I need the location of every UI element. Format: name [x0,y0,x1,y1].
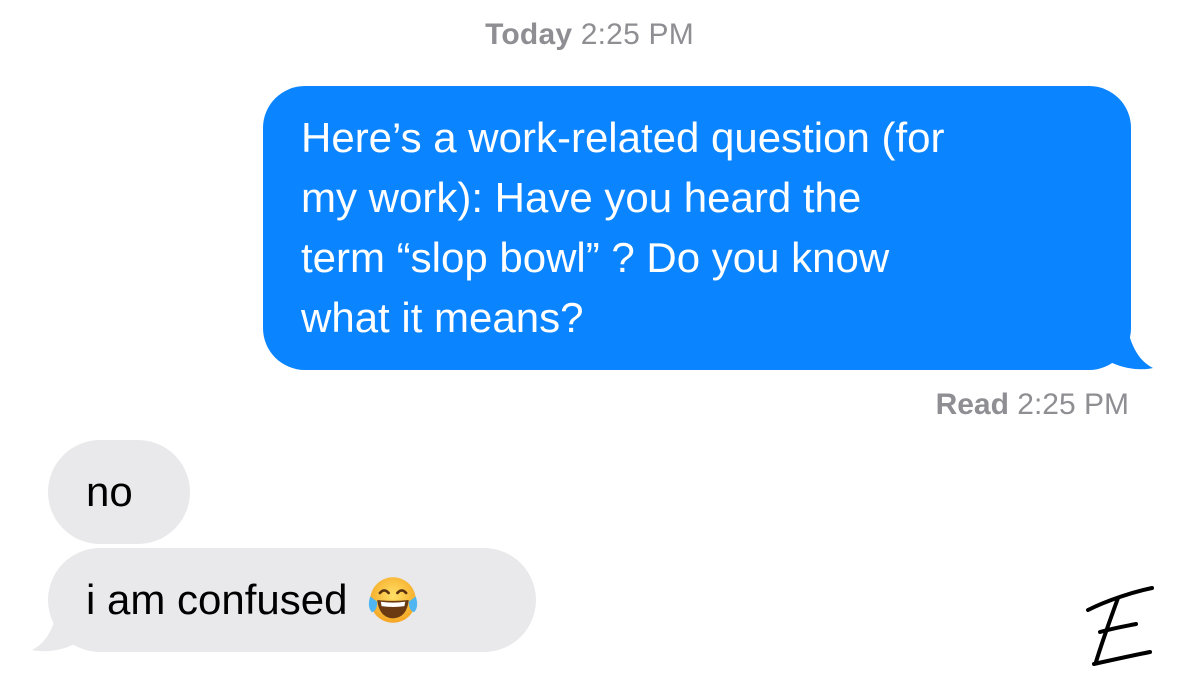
incoming-message-text: i am confused [86,576,348,623]
outgoing-bubble-tail [1085,316,1153,370]
face-with-tears-of-joy-icon [369,577,418,623]
outgoing-message-line: Here’s a work-related question (for [301,114,945,161]
outgoing-message-line: term “slop bowl” ? Do you know [301,234,890,281]
outgoing-message-line: my work): Have you heard the [301,174,862,221]
handwritten-signature [1086,586,1154,666]
read-receipt-label: Read [935,388,1009,421]
timestamp-time: 2:25 PM [580,18,694,51]
read-receipt: Read 2:25 PM [936,388,1129,422]
outgoing-message-bubble[interactable]: Here’s a work-related question (for my w… [263,86,1131,370]
incoming-message-bubble[interactable]: no [48,440,190,544]
conversation-timestamp: Today 2:25 PM [0,18,1179,52]
incoming-message-bubble[interactable]: i am confused [48,548,536,652]
timestamp-day: Today [485,18,573,51]
read-receipt-time: 2:25 PM [1017,388,1129,421]
incoming-message-text: no [86,468,133,515]
outgoing-message-line: what it means? [301,294,584,341]
